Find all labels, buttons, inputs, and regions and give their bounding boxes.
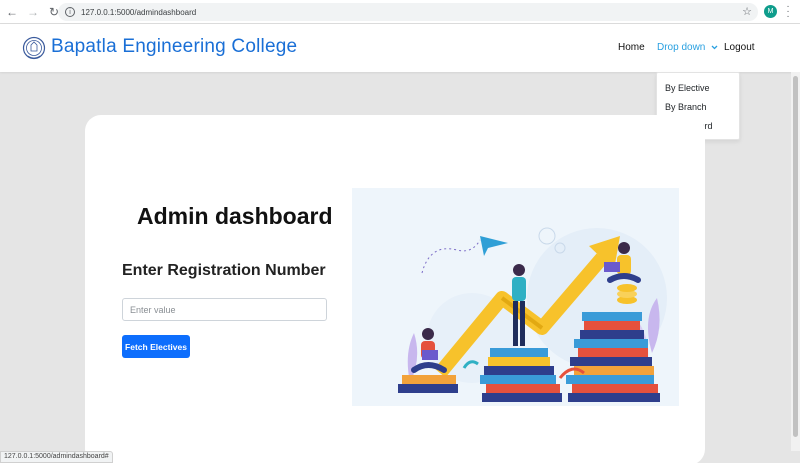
nav-home-link[interactable]: Home (618, 42, 645, 53)
dropdown-item-by-branch[interactable]: By Branch (665, 102, 707, 112)
books-growth-illustration-image (398, 227, 667, 402)
dropdown-item-by-elective[interactable]: By Elective (665, 83, 710, 93)
back-icon[interactable]: ← (3, 3, 21, 21)
chevron-down-icon (711, 45, 718, 50)
url-text: 127.0.0.1:5000/admindashboard (81, 7, 197, 17)
page-scrollbar-thumb[interactable] (793, 76, 798, 437)
bookmark-star-icon[interactable]: ☆ (742, 5, 752, 18)
address-bar[interactable]: i 127.0.0.1:5000/admindashboard ☆ (58, 3, 758, 21)
profile-avatar[interactable]: M (764, 5, 777, 18)
browser-menu-icon[interactable]: · · · (786, 2, 790, 22)
registration-number-input[interactable] (122, 298, 327, 321)
growth-illustration (352, 188, 679, 406)
info-icon[interactable]: i (65, 7, 75, 17)
nav-dropdown-label: Drop down (657, 42, 706, 53)
brand-title[interactable]: Bapatla Engineering College (51, 36, 297, 58)
nav-dropdown-toggle[interactable]: Drop down (657, 42, 718, 53)
registration-heading: Enter Registration Number (122, 262, 326, 279)
nav-logout-link[interactable]: Logout (724, 42, 755, 53)
browser-toolbar: ← → ↻ i 127.0.0.1:5000/admindashboard ☆ … (0, 0, 800, 24)
college-logo-icon[interactable] (22, 34, 46, 62)
site-navbar: Bapatla Engineering College Home Drop do… (0, 24, 800, 72)
page-title: Admin dashboard (137, 203, 333, 229)
link-status-bar: 127.0.0.1:5000/admindashboard# (0, 451, 113, 463)
forward-icon[interactable]: → (24, 3, 42, 21)
fetch-electives-button[interactable]: Fetch Electives (122, 335, 190, 358)
